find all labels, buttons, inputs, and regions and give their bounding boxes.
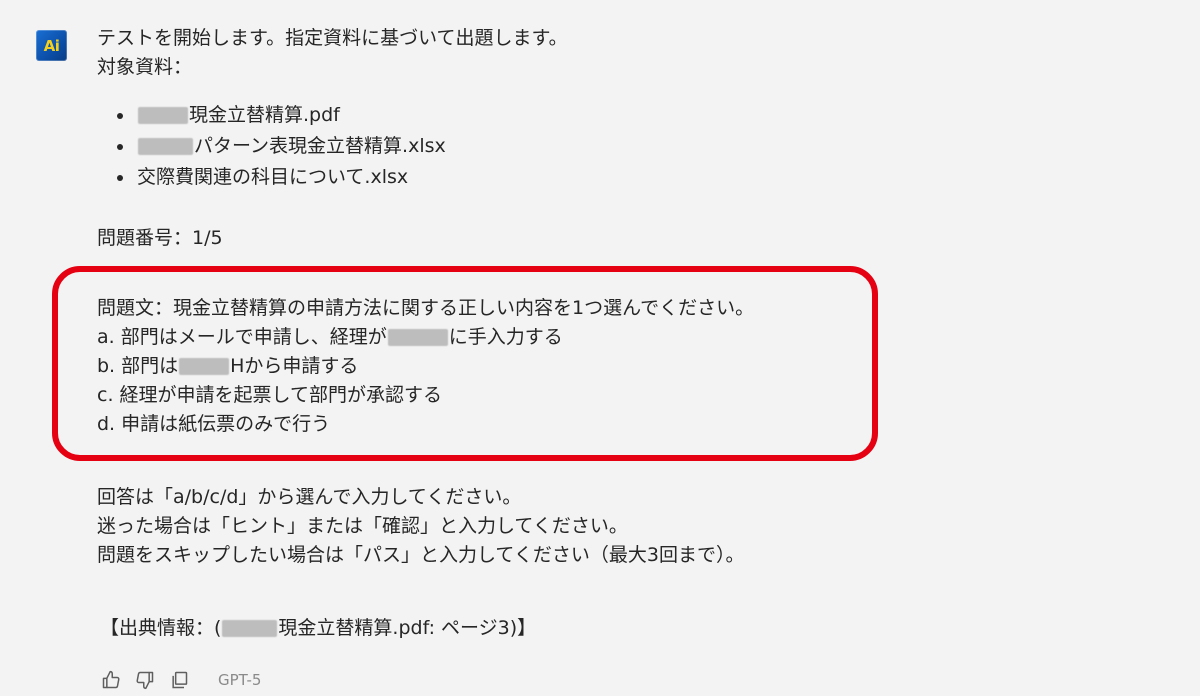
option-d: d. 申請は紙伝票のみで行う bbox=[97, 413, 331, 435]
list-item: 現金立替精算.pdf bbox=[115, 100, 1097, 131]
option-a-text-end: に手入力する bbox=[448, 326, 563, 348]
question-number: 問題番号：1/5 bbox=[97, 227, 223, 249]
option-b-text-end: Hから申請する bbox=[230, 355, 359, 377]
model-label: GPT-5 bbox=[218, 671, 262, 689]
source-info: 【出典情報：( 現金立替精算.pdf: ページ3)】 bbox=[100, 614, 536, 643]
copy-button[interactable] bbox=[168, 669, 190, 691]
instruction-skip: 問題をスキップしたい場合は「パス」と入力してください（最大3回まで）。 bbox=[97, 544, 745, 566]
assistant-avatar: Ai bbox=[36, 30, 67, 61]
option-b-text: b. 部門は bbox=[97, 355, 179, 377]
thumbs-up-button[interactable] bbox=[100, 669, 122, 691]
thumbs-up-icon bbox=[102, 670, 120, 689]
instruction-hint: 迷った場合は「ヒント」または「確認」と入力してください。 bbox=[97, 515, 628, 537]
redacted-text bbox=[387, 329, 448, 346]
thumbs-down-icon bbox=[136, 671, 154, 690]
redacted-text bbox=[222, 620, 278, 637]
instructions: 回答は「a/b/c/d」から選んで入力してください。 迷った場合は「ヒント」また… bbox=[97, 483, 744, 570]
instruction-answer: 回答は「a/b/c/d」から選んで入力してください。 bbox=[97, 486, 522, 508]
list-item: 交際費関連の科目について.xlsx bbox=[115, 162, 1097, 193]
avatar-label: Ai bbox=[43, 36, 60, 55]
source-text-end: 現金立替精算.pdf: ページ3)】 bbox=[278, 617, 537, 639]
option-a: a. 部門はメールで申請し、経理が に手入力する bbox=[97, 323, 754, 352]
source-text: 【出典情報：( bbox=[100, 617, 222, 639]
question-text: 問題文：現金立替精算の申請方法に関する正しい内容を1つ選んでください。 bbox=[97, 297, 755, 319]
materials-label: 対象資料： bbox=[97, 56, 193, 78]
list-item: パターン表現金立替精算.xlsx bbox=[115, 131, 1097, 162]
material-name: パターン表現金立替精算.xlsx bbox=[194, 135, 446, 157]
copy-icon bbox=[172, 671, 188, 689]
assistant-message: テストを開始します。指定資料に基づいて出題します。 対象資料： 現金立替精算.p… bbox=[97, 24, 1097, 253]
option-a-text: a. 部門はメールで申請し、経理が bbox=[97, 326, 387, 348]
redacted-text bbox=[179, 358, 230, 375]
redacted-text bbox=[138, 138, 193, 155]
material-name: 交際費関連の科目について.xlsx bbox=[137, 166, 409, 188]
material-name: 現金立替精算.pdf bbox=[189, 104, 340, 126]
message-toolbar: GPT-5 bbox=[100, 669, 261, 691]
option-c: c. 経理が申請を起票して部門が承認する bbox=[97, 384, 442, 406]
intro-text: テストを開始します。指定資料に基づいて出題します。 bbox=[97, 27, 568, 49]
option-b: b. 部門は Hから申請する bbox=[97, 352, 754, 381]
redacted-text bbox=[138, 107, 188, 124]
thumbs-down-button[interactable] bbox=[134, 669, 156, 691]
materials-list: 現金立替精算.pdf パターン表現金立替精算.xlsx 交際費関連の科目について… bbox=[115, 100, 1097, 193]
question-block: 問題文：現金立替精算の申請方法に関する正しい内容を1つ選んでください。 a. 部… bbox=[97, 294, 754, 439]
